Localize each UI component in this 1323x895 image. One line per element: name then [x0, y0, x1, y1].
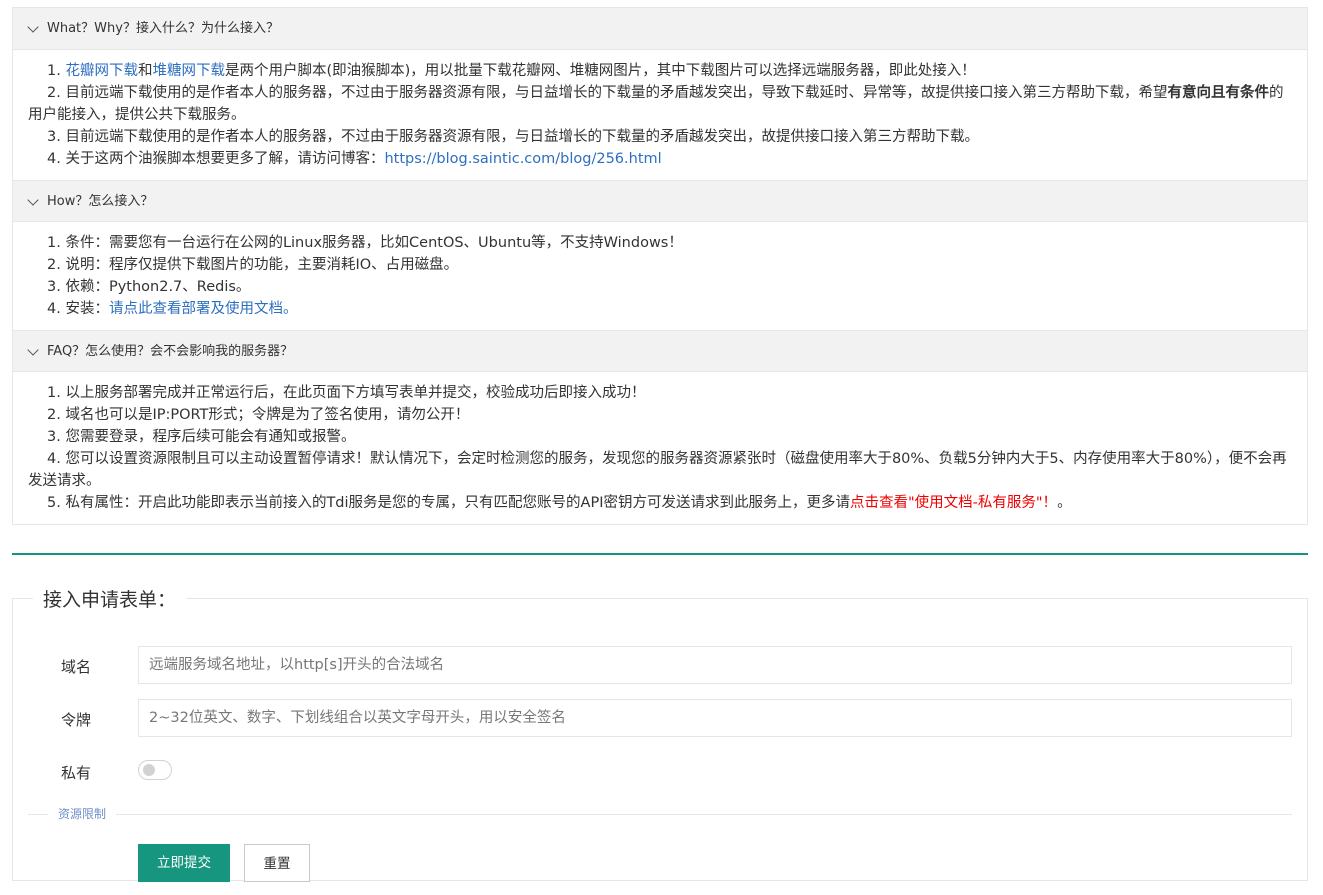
resource-limit-divider: [28, 814, 1292, 815]
inline-link[interactable]: https://blog.saintic.com/blog/256.html: [384, 151, 661, 167]
list-item-text: 以上服务部署完成并正常运行后，在此页面下方填写表单并提交，校验成功后即接入成功！: [65, 385, 646, 401]
list-item: 4. 您可以设置资源限制且可以主动设置暂停请求！默认情况下，会定时检测您的服务，…: [28, 448, 1292, 492]
list-item: 1. 条件：需要您有一台运行在公网的Linux服务器，比如CentOS、Ubun…: [28, 232, 1292, 254]
faq-section-title: How？怎么接入？: [47, 194, 154, 209]
resource-limit-label[interactable]: 资源限制: [48, 805, 117, 822]
list-item-number: 1.: [47, 385, 61, 401]
list-item-number: 1.: [47, 63, 61, 79]
list-item-number: 2.: [47, 85, 61, 101]
faq-section-title: FAQ？怎么使用？会不会影响我的服务器？: [47, 344, 294, 359]
list-item-number: 4.: [47, 451, 61, 467]
inline-link[interactable]: 请点此查看部署及使用文档。: [109, 301, 298, 317]
list-item-number: 3.: [47, 129, 61, 145]
toggle-knob: [143, 764, 155, 776]
list-item: 3. 依赖：Python2.7、Redis。: [28, 276, 1292, 298]
list-item-number: 1.: [47, 235, 61, 251]
reset-button[interactable]: 重置: [244, 844, 310, 882]
emphasis-text: 有意向且有条件: [1167, 85, 1269, 101]
list-item-text: 安装：: [65, 301, 109, 317]
list-item-text: 和: [137, 63, 153, 79]
inline-link[interactable]: 花瓣网下载: [65, 63, 138, 79]
domain-label: 域名: [61, 658, 92, 676]
list-item: 3. 您需要登录，程序后续可能会有通知或报警。: [28, 426, 1292, 448]
faq-section-title: What？Why？接入什么？为什么接入？: [47, 21, 279, 36]
submit-button-label: 立即提交: [157, 855, 211, 871]
apply-form: 接入申请表单： 域名 令牌 私有 资源限制 立即提交 重置: [12, 585, 1308, 882]
chevron-down-icon: [27, 344, 39, 356]
list-item: 1. 花瓣网下载和堆糖网下载是两个用户脚本(即油猴脚本)，用以批量下载花瓣网、堆…: [28, 60, 1292, 82]
list-item-text: 您需要登录，程序后续可能会有通知或报警。: [65, 429, 356, 445]
list-item: 3. 目前远端下载使用的是作者本人的服务器，不过由于服务器资源有限，与日益增长的…: [28, 126, 1292, 148]
faq-section-content: 1. 花瓣网下载和堆糖网下载是两个用户脚本(即油猴脚本)，用以批量下载花瓣网、堆…: [13, 50, 1307, 180]
list-item-number: 2.: [47, 257, 61, 273]
list-item-number: 4.: [47, 301, 61, 317]
chevron-down-icon: [27, 21, 39, 33]
faq-section: How？怎么接入？ 1. 条件：需要您有一台运行在公网的Linux服务器，比如Ce…: [13, 180, 1307, 330]
token-label: 令牌: [61, 711, 92, 729]
list-item-text: 目前远端下载使用的是作者本人的服务器，不过由于服务器资源有限，与日益增长的下载量…: [65, 129, 979, 145]
chevron-down-icon: [27, 194, 39, 206]
list-item-text: 条件：需要您有一台运行在公网的Linux服务器，比如CentOS、Ubuntu等…: [65, 235, 683, 251]
list-item-number: 3.: [47, 279, 61, 295]
list-item-text: 域名也可以是IP:PORT形式；令牌是为了签名使用，请勿公开！: [65, 407, 470, 423]
list-item-text: 目前远端下载使用的是作者本人的服务器，不过由于服务器资源有限，与日益增长的下载量…: [65, 85, 1168, 101]
list-item: 5. 私有属性：开启此功能即表示当前接入的Tdi服务是您的专属，只有匹配您账号的…: [28, 492, 1292, 514]
private-toggle[interactable]: [138, 760, 172, 780]
section-divider: [12, 553, 1308, 555]
faq-section: FAQ？怎么使用？会不会影响我的服务器？ 1. 以上服务部署完成并正常运行后，在此…: [13, 330, 1307, 524]
list-item-text: 私有属性：开启此功能即表示当前接入的Tdi服务是您的专属，只有匹配您账号的API…: [65, 495, 850, 511]
domain-input[interactable]: [138, 646, 1292, 684]
list-item: 2. 目前远端下载使用的是作者本人的服务器，不过由于服务器资源有限，与日益增长的…: [28, 82, 1292, 126]
list-item: 2. 说明：程序仅提供下载图片的功能，主要消耗IO、占用磁盘。: [28, 254, 1292, 276]
list-item-number: 2.: [47, 407, 61, 423]
list-item-text: 。: [1057, 495, 1072, 511]
list-item-text: 您可以设置资源限制且可以主动设置暂停请求！默认情况下，会定时检测您的服务，发现您…: [28, 451, 1287, 489]
inline-link[interactable]: 堆糖网下载: [152, 63, 225, 79]
list-item: 2. 域名也可以是IP:PORT形式；令牌是为了签名使用，请勿公开！: [28, 404, 1292, 426]
faq-list: 1. 条件：需要您有一台运行在公网的Linux服务器，比如CentOS、Ubun…: [28, 232, 1292, 320]
list-item-text: 是两个用户脚本(即油猴脚本)，用以批量下载花瓣网、堆糖网图片，其中下载图片可以选…: [224, 63, 976, 79]
list-item: 4. 安装：请点此查看部署及使用文档。: [28, 298, 1292, 320]
faq-section-header[interactable]: How？怎么接入？: [13, 180, 1307, 222]
list-item: 4. 关于这两个油猴脚本想要更多了解，请访问博客：https://blog.sa…: [28, 148, 1292, 170]
faq-section-header[interactable]: What？Why？接入什么？为什么接入？: [13, 8, 1307, 50]
faq-list: 1. 以上服务部署完成并正常运行后，在此页面下方填写表单并提交，校验成功后即接入…: [28, 382, 1292, 514]
faq-collapse: What？Why？接入什么？为什么接入？ 1. 花瓣网下载和堆糖网下载是两个用户脚…: [12, 7, 1308, 525]
form-legend: 接入申请表单：: [43, 589, 177, 611]
submit-button[interactable]: 立即提交: [138, 844, 230, 882]
token-input[interactable]: [138, 699, 1292, 737]
faq-section-content: 1. 以上服务部署完成并正常运行后，在此页面下方填写表单并提交，校验成功后即接入…: [13, 372, 1307, 524]
list-item-text: 依赖：Python2.7、Redis。: [65, 279, 251, 295]
list-item-number: 5.: [47, 495, 61, 511]
faq-section-content: 1. 条件：需要您有一台运行在公网的Linux服务器，比如CentOS、Ubun…: [13, 222, 1307, 330]
faq-list: 1. 花瓣网下载和堆糖网下载是两个用户脚本(即油猴脚本)，用以批量下载花瓣网、堆…: [28, 60, 1292, 170]
list-item-text: 关于这两个油猴脚本想要更多了解，请访问博客：: [65, 151, 385, 167]
private-service-doc-link[interactable]: 点击查看"使用文档-私有服务"！: [850, 495, 1057, 511]
faq-section: What？Why？接入什么？为什么接入？ 1. 花瓣网下载和堆糖网下载是两个用户脚…: [13, 8, 1307, 180]
list-item-text: 说明：程序仅提供下载图片的功能，主要消耗IO、占用磁盘。: [65, 257, 459, 273]
list-item: 1. 以上服务部署完成并正常运行后，在此页面下方填写表单并提交，校验成功后即接入…: [28, 382, 1292, 404]
private-label: 私有: [61, 764, 92, 782]
list-item-number: 4.: [47, 151, 61, 167]
list-item-number: 3.: [47, 429, 61, 445]
faq-section-header[interactable]: FAQ？怎么使用？会不会影响我的服务器？: [13, 330, 1307, 372]
